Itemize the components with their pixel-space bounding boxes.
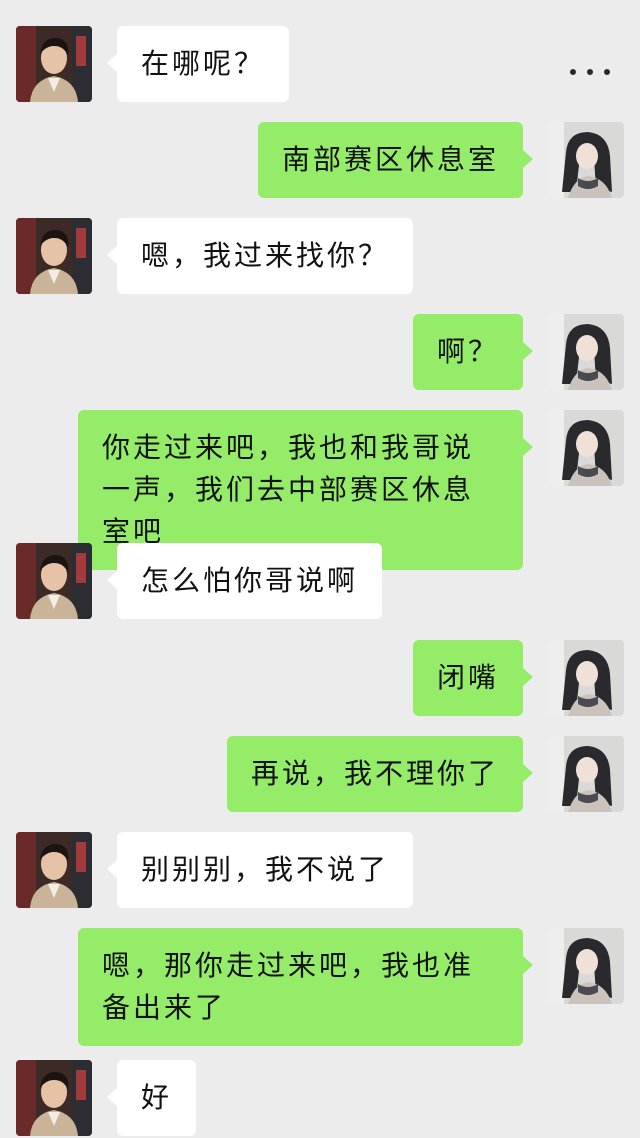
woman-avatar-icon xyxy=(548,410,624,486)
contact-avatar[interactable] xyxy=(16,543,92,619)
self-avatar[interactable] xyxy=(548,640,624,716)
woman-avatar-icon xyxy=(548,928,624,1004)
man-avatar-icon xyxy=(16,218,92,294)
more-options-icon[interactable] xyxy=(570,60,610,84)
woman-avatar-icon xyxy=(548,640,624,716)
sent-message-bubble[interactable]: 啊？ xyxy=(412,314,534,390)
man-avatar-icon xyxy=(16,543,92,619)
sent-message-bubble[interactable]: 再说，我不理你了 xyxy=(226,736,534,812)
self-avatar[interactable] xyxy=(548,736,624,812)
self-avatar[interactable] xyxy=(548,928,624,1004)
self-avatar[interactable] xyxy=(548,314,624,390)
woman-avatar-icon xyxy=(548,736,624,812)
sent-message-bubble[interactable]: 嗯，那你走过来吧，我也准备出来了 xyxy=(78,928,533,1046)
received-message-bubble[interactable]: 嗯，我过来找你？ xyxy=(106,218,414,294)
contact-avatar[interactable] xyxy=(16,1060,92,1136)
man-avatar-icon xyxy=(16,1060,92,1136)
sent-message-bubble[interactable]: 闭嘴 xyxy=(412,640,534,716)
man-avatar-icon xyxy=(16,26,92,102)
sent-message-bubble[interactable]: 南部赛区休息室 xyxy=(257,122,534,198)
self-avatar[interactable] xyxy=(548,122,624,198)
contact-avatar[interactable] xyxy=(16,218,92,294)
woman-avatar-icon xyxy=(548,122,624,198)
self-avatar[interactable] xyxy=(548,410,624,486)
received-message-bubble[interactable]: 怎么怕你哥说啊 xyxy=(106,543,383,619)
received-message-bubble[interactable]: 别别别，我不说了 xyxy=(106,832,414,908)
man-avatar-icon xyxy=(16,832,92,908)
woman-avatar-icon xyxy=(548,314,624,390)
received-message-bubble[interactable]: 在哪呢？ xyxy=(106,26,290,102)
contact-avatar[interactable] xyxy=(16,26,92,102)
chat-screen: 在哪呢？ 南部赛区休息室 嗯，我过来找你？ 啊？ 你走过来吧，我也和我哥说一声，… xyxy=(0,0,640,1138)
received-message-bubble[interactable]: 好 xyxy=(106,1060,197,1136)
contact-avatar[interactable] xyxy=(16,832,92,908)
